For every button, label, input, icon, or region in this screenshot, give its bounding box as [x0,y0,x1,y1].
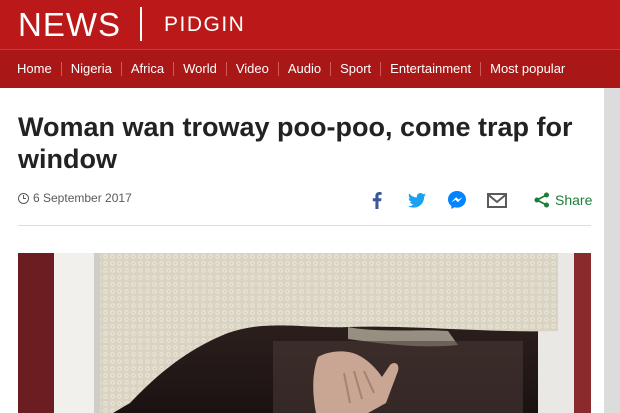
share-label: Share [555,192,593,208]
photo-illustration [18,253,591,413]
sidebar-gutter [604,88,620,413]
share-toolbar: Share [366,188,592,212]
article-date: 6 September 2017 [33,191,132,205]
twitter-icon[interactable] [406,189,428,211]
nav-item-nigeria[interactable]: Nigeria [62,62,122,76]
messenger-icon[interactable] [446,189,468,211]
nav-item-most-popular[interactable]: Most popular [481,62,574,76]
meta-divider [18,225,591,226]
nav-item-audio[interactable]: Audio [279,62,332,76]
facebook-icon[interactable] [366,189,388,211]
logo-divider [140,7,142,41]
main-nav: Home Nigeria Africa World Video Audio Sp… [0,49,620,88]
news-logo[interactable]: NEWS [18,6,121,44]
nav-item-video[interactable]: Video [227,62,279,76]
article-photo [18,253,591,413]
share-button[interactable]: Share [534,192,592,208]
nav-item-home[interactable]: Home [8,62,62,76]
article-headline: Woman wan troway poo-poo, come trap for … [18,112,573,174]
clock-icon [18,192,29,204]
section-name[interactable]: PIDGIN [164,13,245,37]
article-meta: 6 September 2017 [18,191,132,205]
nav-item-world[interactable]: World [174,62,227,76]
nav-item-sport[interactable]: Sport [331,62,382,76]
nav-item-africa[interactable]: Africa [122,62,175,76]
email-icon[interactable] [486,189,508,211]
share-icon [534,192,549,208]
masthead: NEWS PIDGIN [0,0,620,49]
nav-item-entertainment[interactable]: Entertainment [381,62,482,76]
